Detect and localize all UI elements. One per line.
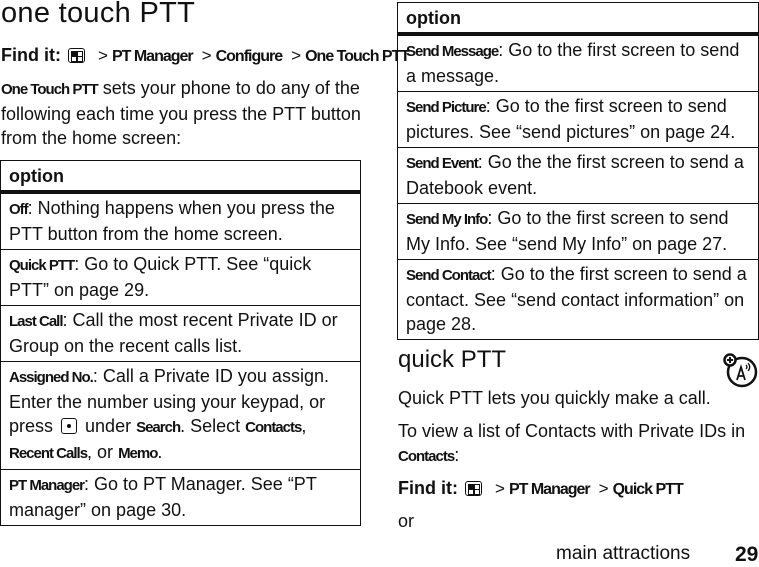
options-table-right: option Send Message: Go to the first scr…: [397, 2, 759, 340]
table-header: option: [0, 160, 361, 194]
find-it-label: Find it:: [398, 478, 458, 498]
menu-key-icon: [465, 481, 482, 496]
table-row: Off: Nothing happens when you press the …: [0, 191, 361, 250]
table-row: Quick PTT: Go to Quick PTT. See “quick P…: [0, 249, 361, 306]
option-term: Last Call: [9, 313, 64, 330]
table-row: Send My Info: Go to the first screen to …: [397, 203, 759, 260]
option-term: PT Manager: [9, 477, 85, 494]
intro-paragraph: One Touch PTT sets your phone to do any …: [1, 78, 361, 148]
option-term: Send Picture: [406, 99, 487, 116]
quick-ptt-description: Quick PTT lets you quickly make a call.: [398, 388, 711, 408]
path-step: PT Manager: [111, 48, 194, 65]
ptt-feature-icon: [723, 353, 758, 388]
option-term: Off: [9, 201, 29, 218]
find-it-path: Find it: > PT Manager > Quick PTT: [398, 478, 684, 498]
option-term: Send Message: [406, 43, 499, 60]
option-term: Send Contact: [406, 267, 492, 284]
page-number: 29: [735, 543, 759, 566]
or-text: or: [398, 511, 415, 531]
footer-section-name: main attractions: [556, 543, 691, 564]
find-it-label: Find it:: [1, 45, 61, 65]
path-step: PT Manager: [508, 481, 591, 498]
page-title: one touch PTT: [1, 0, 196, 29]
table-row: Send Message: Go to the first screen to …: [397, 33, 759, 92]
option-term: Quick PTT: [9, 257, 75, 274]
intro-term: One Touch PTT: [1, 81, 99, 98]
option-term: Send Event: [406, 155, 479, 172]
path-step: Quick PTT: [612, 481, 684, 498]
find-it-path: Find it: > PT Manager > Configure > One Tou…: [1, 45, 410, 65]
table-row: Send Event: Go the the first screen to s…: [397, 147, 759, 204]
table-row: Send Contact: Go to the first screen to …: [397, 259, 759, 340]
table-header: option: [397, 2, 759, 36]
table-row: Last Call: Call the most recent Private …: [0, 305, 361, 362]
table-row: PT Manager: Go to PT Manager. See “PT ma…: [0, 469, 361, 526]
table-row: Send Picture: Go to the first screen to …: [397, 91, 759, 148]
table-row: Assigned No.: Call a Private ID you assi…: [0, 361, 361, 470]
section-title: quick PTT: [398, 346, 507, 373]
contacts-instruction: To view a list of Contacts with Private …: [398, 421, 746, 465]
path-step: Configure: [215, 48, 284, 65]
center-key-icon: [61, 418, 78, 434]
path-step: One Touch PTT: [305, 48, 410, 65]
option-term: Assigned No.: [9, 369, 94, 386]
contacts-term: Contacts: [398, 448, 455, 465]
option-term: Send My Info: [406, 211, 488, 228]
menu-key-icon: [68, 48, 85, 63]
options-table-left: option Off: Nothing happens when you pre…: [0, 160, 361, 526]
